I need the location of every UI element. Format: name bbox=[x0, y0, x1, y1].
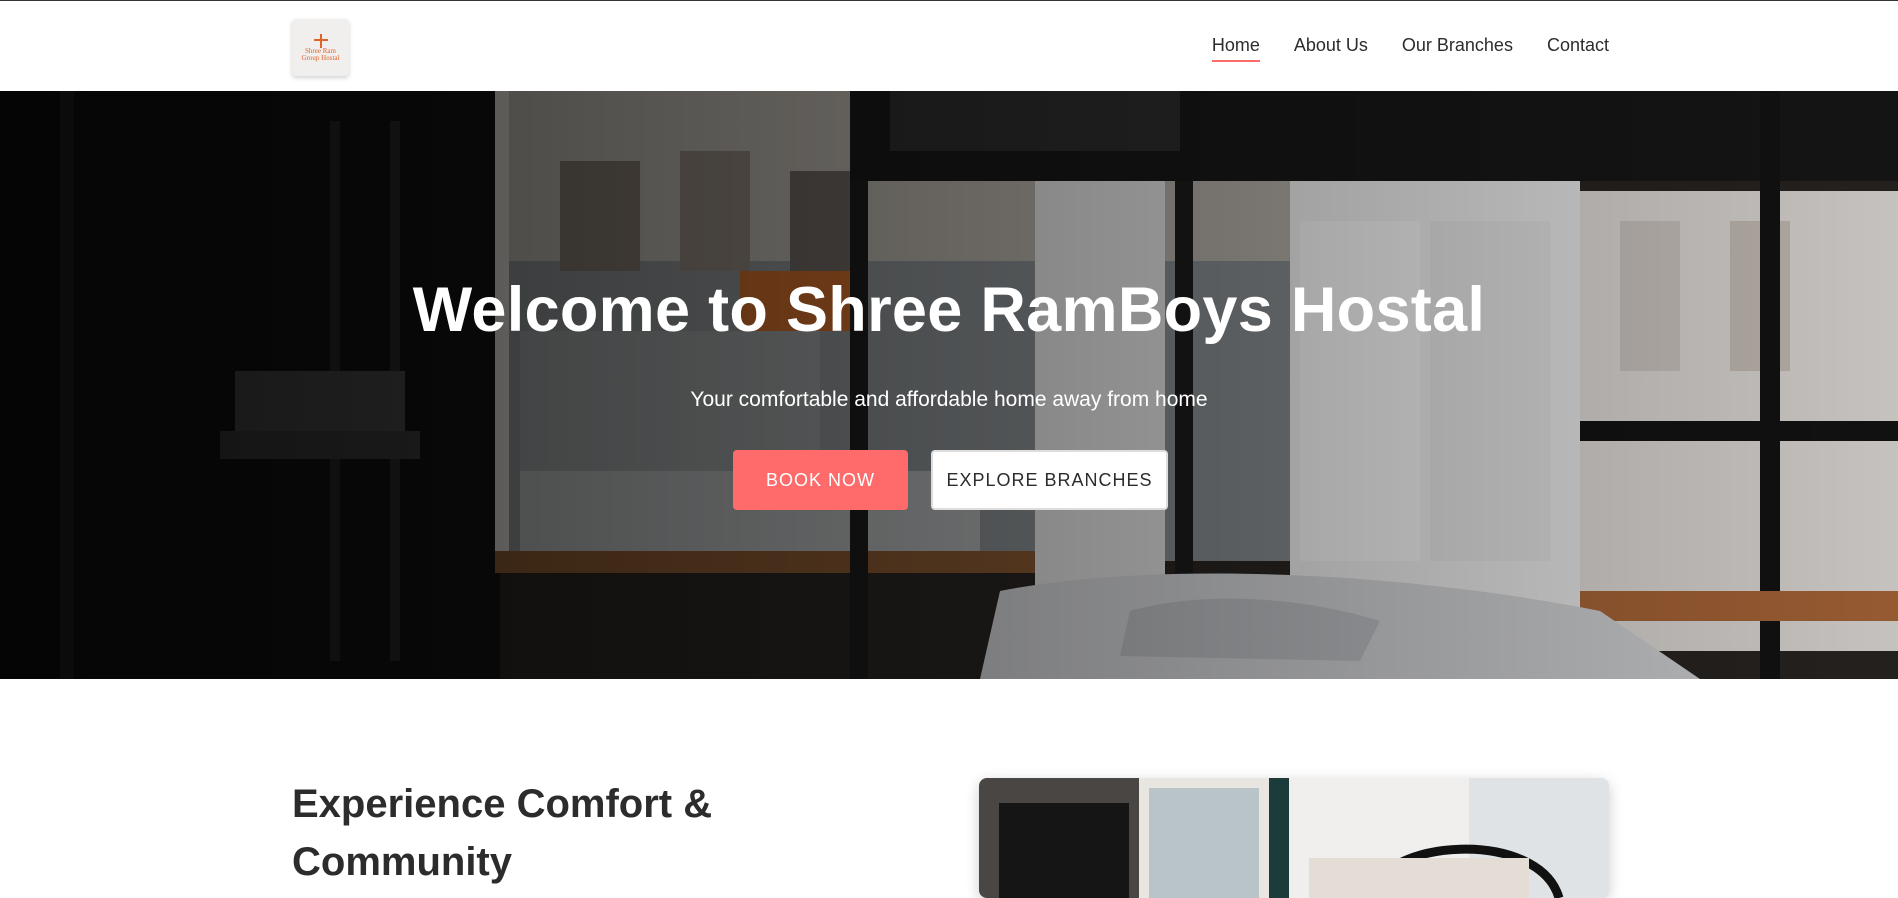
nav-item-home[interactable]: Home bbox=[1211, 35, 1260, 62]
hero-section: Welcome to Shree RamBoys Hostal Your com… bbox=[0, 91, 1898, 679]
hero-content: Welcome to Shree RamBoys Hostal Your com… bbox=[0, 91, 1898, 679]
book-now-button[interactable]: BOOK NOW bbox=[733, 450, 908, 510]
hero-title: Welcome to Shree RamBoys Hostal bbox=[412, 275, 1486, 345]
hero-buttons: BOOK NOW EXPLORE BRANCHES bbox=[733, 450, 1168, 510]
logo-text: Shree Ram Group Hostal bbox=[301, 46, 340, 62]
nav-item-about-us[interactable]: About Us bbox=[1294, 35, 1368, 62]
hero-subtitle: Your comfortable and affordable home awa… bbox=[690, 388, 1208, 411]
explore-branches-button[interactable]: EXPLORE BRANCHES bbox=[931, 450, 1168, 510]
logo[interactable]: Shree Ram Group Hostal bbox=[292, 19, 349, 76]
site-header: Shree Ram Group Hostal Home About Us Our… bbox=[0, 0, 1898, 91]
nav-item-our-branches[interactable]: Our Branches bbox=[1402, 35, 1513, 62]
intro-title: Experience Comfort & Community bbox=[292, 782, 713, 884]
main-nav: Home About Us Our Branches Contact bbox=[1211, 35, 1609, 62]
nav-item-contact[interactable]: Contact bbox=[1547, 35, 1609, 62]
room-photo bbox=[979, 778, 1609, 898]
logo-cross-icon bbox=[313, 33, 328, 48]
room-photo-image bbox=[979, 778, 1609, 898]
